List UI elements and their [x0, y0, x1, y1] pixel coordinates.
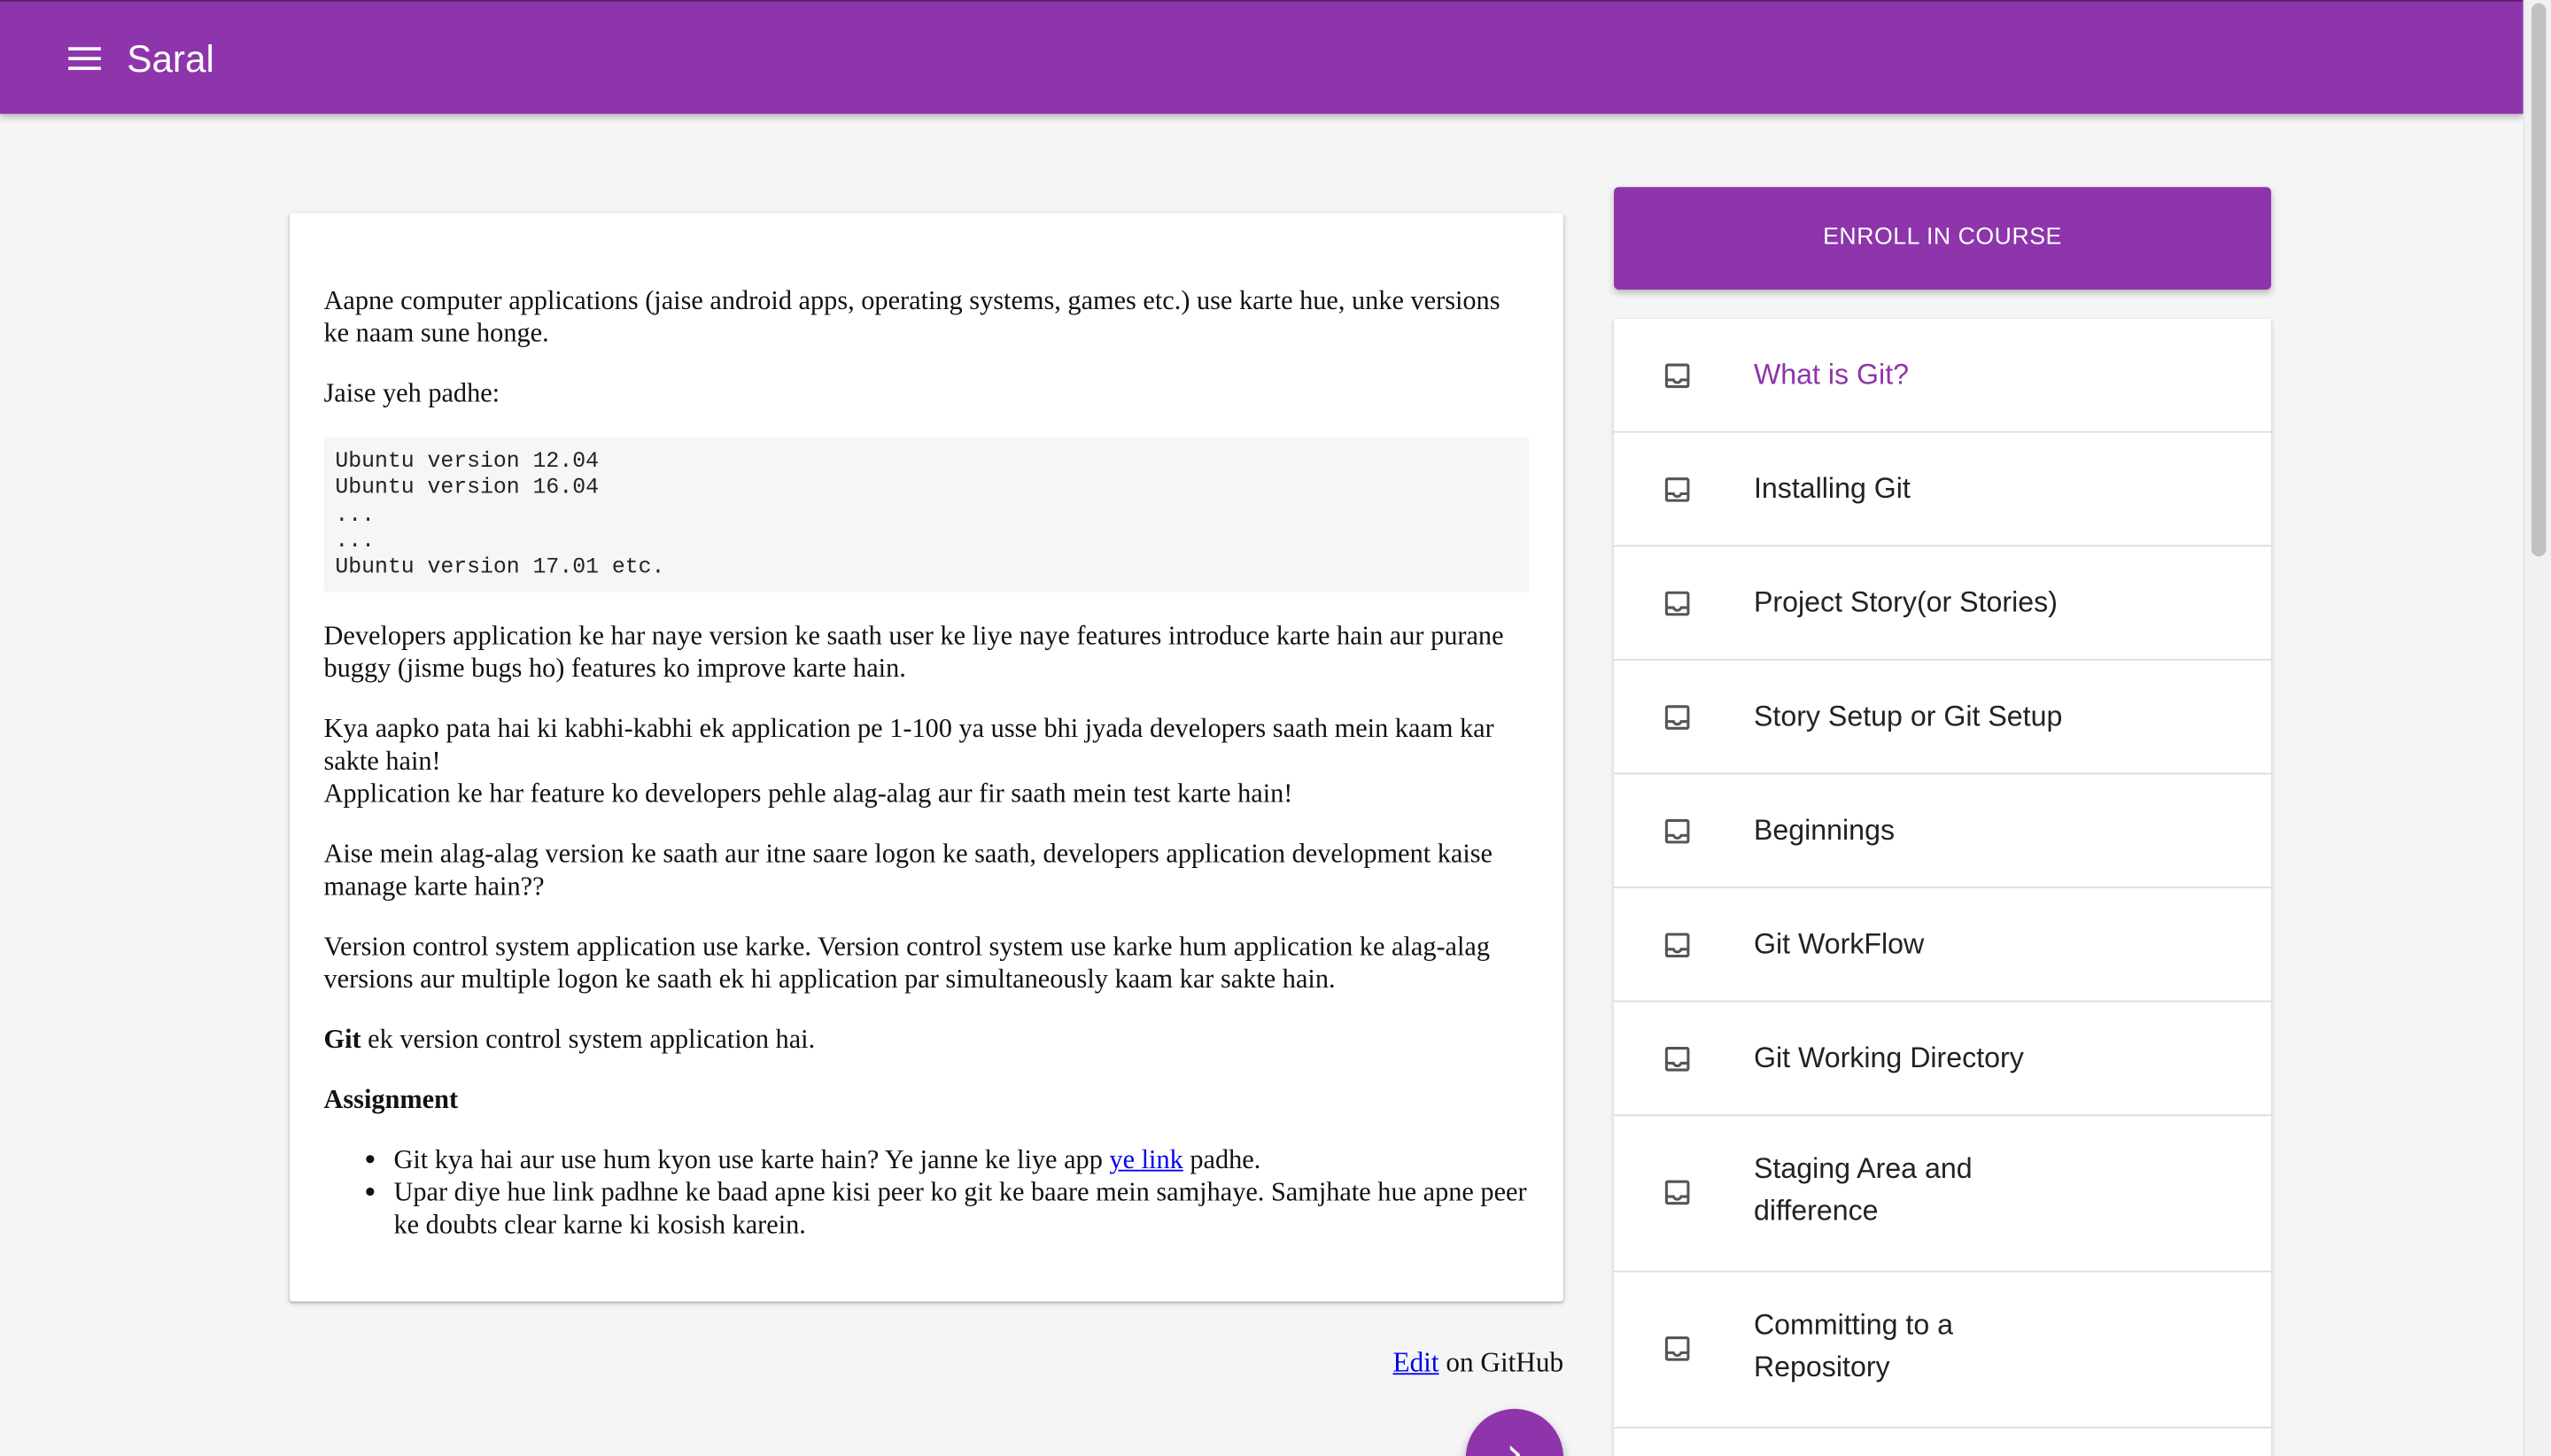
lesson-item-beginnings[interactable]: Beginnings [1614, 774, 2272, 888]
inbox-icon [1664, 705, 1690, 730]
code-block: Ubuntu version 12.04 Ubuntu version 16.0… [323, 438, 1530, 593]
git-bold-term: Git [323, 1024, 361, 1056]
chevron-right-icon: › [1506, 1429, 1524, 1456]
assignment-item-2: Upar diye hue link padhne ke baad apne k… [393, 1177, 1529, 1242]
scrollbar-thumb[interactable] [2531, 3, 2547, 557]
lesson-label: What is Git? [1753, 358, 1910, 391]
lesson-label: Staging Area and difference [1753, 1151, 1973, 1228]
inbox-icon [1664, 1180, 1690, 1205]
app-title: Saral [127, 37, 214, 81]
lesson-label: Git WorkFlow [1753, 927, 1925, 960]
many-developers-paragraph: Kya aapko pata hai ki kabhi-kabhi ek app… [324, 713, 1530, 810]
menu-icon[interactable] [62, 37, 107, 80]
next-lesson-button[interactable]: › [1465, 1408, 1564, 1456]
git-definition: Git ek version control system applicatio… [324, 1024, 1530, 1057]
enroll-button[interactable]: ENROLL IN COURSE [1614, 187, 2272, 290]
lesson-item-staging-area[interactable]: Staging Area and difference [1614, 1116, 2272, 1273]
lesson-item-git-working-directory[interactable]: Git Working Directory [1614, 1003, 2272, 1117]
intro-paragraph: Aapne computer applications (jaise andro… [323, 284, 1500, 349]
example-lead: Jaise yeh padhe: [323, 377, 500, 409]
lesson-item-committing[interactable]: Committing to a Repository [1614, 1272, 2272, 1429]
inbox-icon [1664, 1047, 1690, 1072]
lesson-item-git-workflow[interactable]: Git WorkFlow [1614, 888, 2272, 1003]
lesson-label: Project Story(or Stories) [1753, 585, 2058, 619]
inbox-icon [1664, 477, 1690, 502]
lesson-item-what-is-git[interactable]: What is Git? [1614, 319, 2272, 433]
edit-suffix: on GitHub [1438, 1346, 1564, 1378]
inbox-icon [1664, 363, 1690, 389]
ye-link[interactable]: ye link [1109, 1144, 1182, 1175]
edit-link[interactable]: Edit [1393, 1347, 1439, 1378]
lesson-label: Git Working Directory [1753, 1041, 2024, 1074]
inbox-icon [1664, 591, 1690, 616]
assignment-item-1-text: Git kya hai aur use hum kyon use karte h… [393, 1144, 1110, 1176]
lesson-label: Committing to a Repository [1753, 1307, 1954, 1383]
assignment-list: Git kya hai aur use hum kyon use karte h… [324, 1144, 1530, 1242]
many-developers-line-2: Application ke har feature ko developers… [323, 778, 1293, 809]
developers-paragraph: Developers application ke har naye versi… [323, 620, 1504, 685]
question-paragraph: Aise mein alag-alag version ke saath aur… [323, 838, 1493, 902]
lesson-list: What is Git? Installing Git Project Stor… [1614, 319, 2272, 1456]
assignment-item-1-suffix: padhe. [1182, 1144, 1261, 1176]
lesson-item-story-setup[interactable]: Story Setup or Git Setup [1614, 661, 2272, 775]
assignment-heading: Assignment [323, 1084, 459, 1116]
lesson-label: Installing Git [1753, 471, 1911, 505]
lesson-label: Beginnings [1753, 813, 1896, 847]
page: Saral Aapne computer applications (jaise… [0, 0, 2551, 1456]
git-definition-text: ek version control system application ha… [361, 1024, 816, 1056]
vcs-paragraph: Version control system application use k… [323, 931, 1491, 995]
app-bar: Saral [0, 0, 2524, 114]
lesson-content-card: Aapne computer applications (jaise andro… [289, 213, 1564, 1302]
inbox-icon [1664, 933, 1690, 958]
inbox-icon [1664, 1336, 1690, 1361]
lesson-item-installing-git[interactable]: Installing Git [1614, 433, 2272, 547]
lesson-label: Story Setup or Git Setup [1753, 699, 2063, 732]
inbox-icon [1664, 818, 1690, 844]
lesson-item-project-story[interactable]: Project Story(or Stories) [1614, 546, 2272, 661]
assignment-item-1: Git kya hai aur use hum kyon use karte h… [393, 1144, 1529, 1177]
edit-on-github: Edit on GitHub [1139, 1345, 1564, 1381]
many-developers-line-1: Kya aapko pata hai ki kabhi-kabhi ek app… [323, 713, 1494, 778]
